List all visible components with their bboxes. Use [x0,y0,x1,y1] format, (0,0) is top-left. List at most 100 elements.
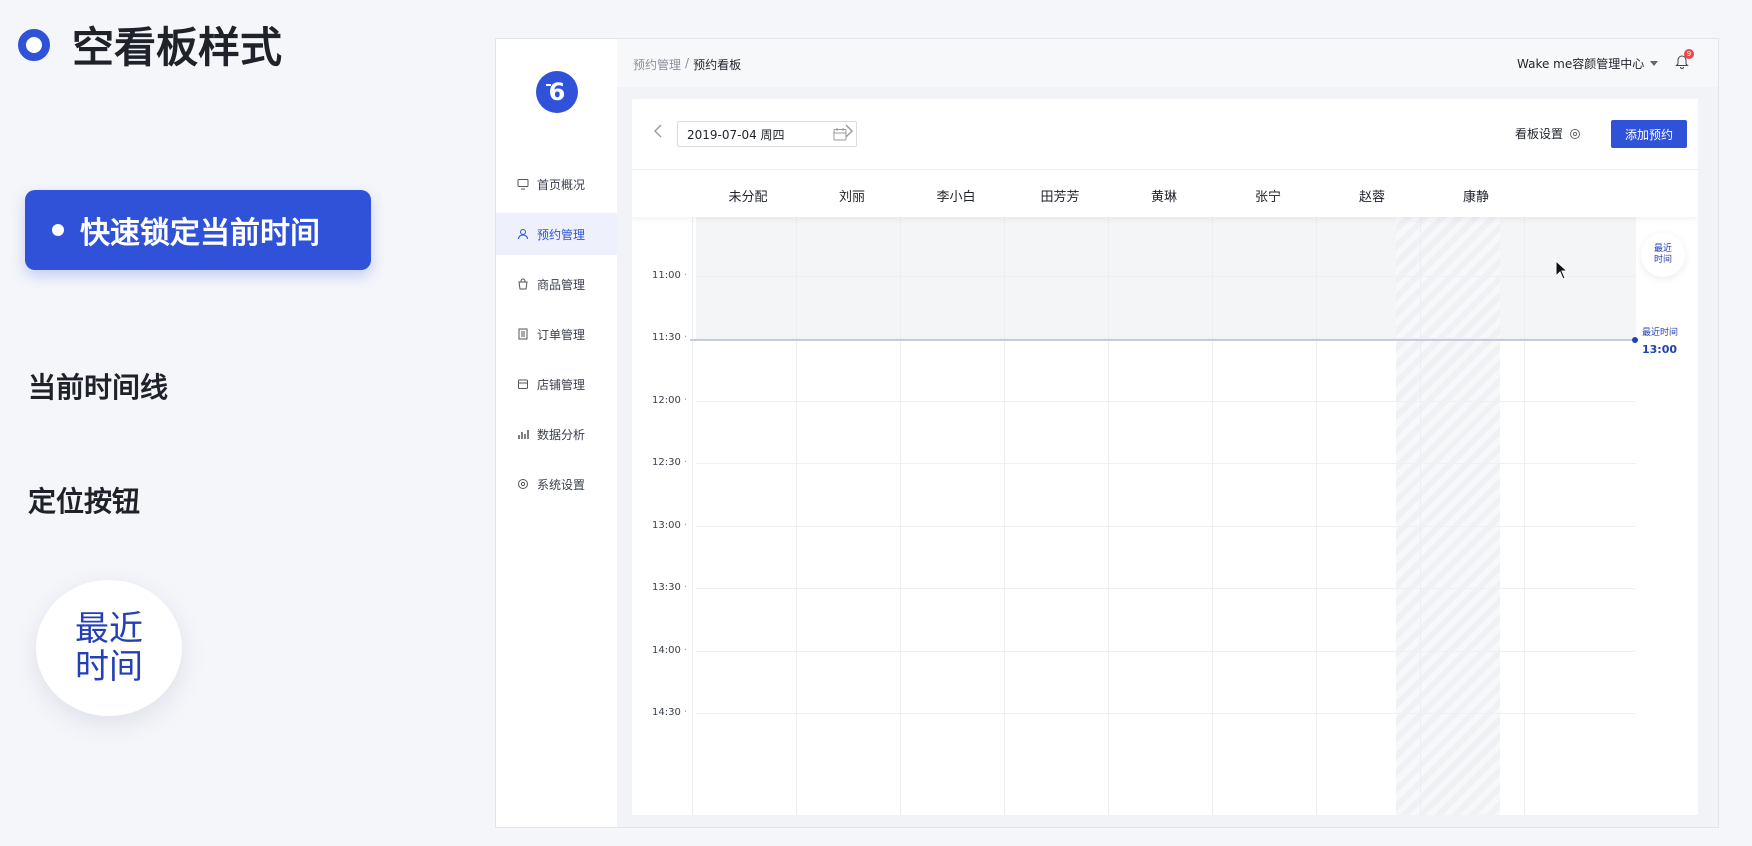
staff-column-header[interactable]: 康静 [1418,186,1534,205]
sidebar-item-label: 预约管理 [537,227,586,242]
locate-recent-time-button[interactable]: 最近 时间 [1641,233,1685,277]
chevron-right-icon [845,124,853,138]
sidebar-item-dashboard[interactable]: 首页概况 [496,163,617,205]
note-locate-button: 定位按钮 [28,485,141,518]
time-slot-label: 14:00 [652,645,692,656]
chevron-down-icon [1650,61,1659,66]
column-divider [1004,217,1005,815]
feature-pill-text: 快速锁定当前时间 [80,216,320,251]
staff-column-header[interactable]: 刘丽 [794,186,910,205]
notification-badge: 9 [1684,49,1694,59]
current-time-tag: 最近时间 [1642,328,1679,338]
locate-demo-line-2: 时间 [75,647,143,687]
time-slot-label: 11:30 [652,332,692,343]
staff-column-header[interactable]: 张宁 [1210,186,1326,205]
current-time-dot [1632,337,1638,343]
app-window: 6 首页概况 预约管理 商品管理 订单管理 店铺管理 数据分析 系统设置 预约管… [495,38,1719,828]
store-name: Wake me容颜管理中心 [1517,57,1645,71]
column-divider [1420,217,1421,815]
staff-column-header[interactable]: 田芳芳 [1002,186,1118,205]
sidebar-item-products[interactable]: 商品管理 [496,263,617,305]
add-appointment-button[interactable]: 添加预约 [1611,120,1687,148]
note-timeline: 当前时间线 [28,371,169,404]
staff-column-header[interactable]: 黄琳 [1106,186,1222,205]
time-slot-label: 12:30 [652,457,692,468]
time-row-divider [696,525,1636,527]
schedule-grid: 10:3011:0011:3012:0012:3013:0013:3014:00… [632,169,1698,815]
breadcrumb-parent[interactable]: 预约管理 [633,56,681,73]
breadcrumb-separator: / [685,56,690,70]
sidebar-item-label: 数据分析 [537,427,586,442]
current-time-value: 13:00 [1642,343,1678,356]
brand-logo[interactable]: 6 [536,71,578,113]
slide-title-text: 空看板样式 [72,23,283,72]
locate-button-demo[interactable]: 最近 时间 [36,580,182,716]
column-divider [1108,217,1109,815]
column-divider [1316,217,1317,815]
time-slot-label: 13:30 [652,582,692,593]
sidebar-item-store[interactable]: 店铺管理 [496,363,617,405]
sidebar-item-analytics[interactable]: 数据分析 [496,413,617,455]
locate-button-line-2: 时间 [1653,255,1672,265]
time-slot-label: 11:00 [652,270,692,281]
time-row-divider [696,463,1636,464]
chart-icon [517,428,529,440]
time-slot-label: 12:00 [652,395,692,406]
sidebar-item-appointments[interactable]: 预约管理 [496,213,617,255]
topbar: 预约管理 / 预约看板 Wake me容颜管理中心 9 [617,39,1718,87]
next-day-button[interactable] [841,123,857,139]
sidebar-item-label: 首页概况 [537,177,586,192]
staff-column-header[interactable]: 李小白 [898,186,1014,205]
locate-demo-line-1: 最近 [75,609,143,649]
board-settings-button[interactable]: 看板设置 [1515,125,1581,142]
column-divider [692,217,693,815]
board-toolbar: 2019-07-04 周四 看板设置 添加预约 [632,99,1698,169]
bag-icon [517,278,529,290]
time-row-divider [696,275,1636,277]
staff-column-header[interactable]: 未分配 [690,186,806,205]
bullet-ring-icon [18,28,50,61]
sidebar-item-label: 商品管理 [537,277,586,292]
column-divider [900,217,901,815]
column-divider [1524,217,1525,815]
sidebar: 6 首页概况 预约管理 商品管理 订单管理 店铺管理 数据分析 系统设置 [496,39,617,827]
date-picker[interactable]: 2019-07-04 周四 [677,121,857,147]
time-row-divider [696,400,1636,402]
locate-button-line-1: 最近 [1653,244,1672,254]
sidebar-item-settings[interactable]: 系统设置 [496,463,617,505]
time-row-divider [696,588,1636,589]
feature-pill: 快速锁定当前时间 [25,190,371,270]
gear-icon [517,478,529,490]
time-slot-label: 13:00 [652,520,692,531]
appointment-board: 2019-07-04 周四 看板设置 添加预约 10:3011:0011:301… [632,99,1698,815]
column-divider [1212,217,1213,815]
sidebar-item-label: 店铺管理 [537,377,586,392]
notification-button[interactable]: 9 [1675,49,1694,71]
sidebar-item-label: 系统设置 [537,477,586,492]
store-icon [517,378,529,390]
document-icon [517,328,529,340]
staff-header-row: 未分配 刘丽 李小白 田芳芳 黄琳 张宁 赵蓉 康静 [632,169,1698,217]
slide-title: 空看板样式 [18,14,282,75]
unavailable-column-hatch [1396,217,1500,815]
gear-icon [1570,128,1581,139]
time-row-divider [696,713,1636,714]
mouse-cursor-icon [1555,260,1569,280]
date-value: 2019-07-04 周四 [687,127,785,142]
breadcrumb-current: 预约看板 [693,58,742,72]
staff-column-header[interactable]: 赵蓉 [1314,186,1430,205]
chevron-left-icon [654,124,662,138]
board-settings-label: 看板设置 [1515,127,1564,141]
breadcrumb: 预约管理 / 预约看板 [633,56,741,73]
column-divider [796,217,797,815]
sidebar-item-label: 订单管理 [537,327,586,342]
store-selector[interactable]: Wake me容颜管理中心 [1517,55,1659,72]
time-slot-label: 14:30 [652,707,692,718]
sidebar-item-orders[interactable]: 订单管理 [496,313,617,355]
time-row-divider [696,650,1636,652]
dashboard-icon [517,178,529,190]
user-icon [517,228,529,240]
bullet-dot-icon [52,224,64,236]
current-time-line [690,339,1634,341]
prev-day-button[interactable] [650,123,666,139]
